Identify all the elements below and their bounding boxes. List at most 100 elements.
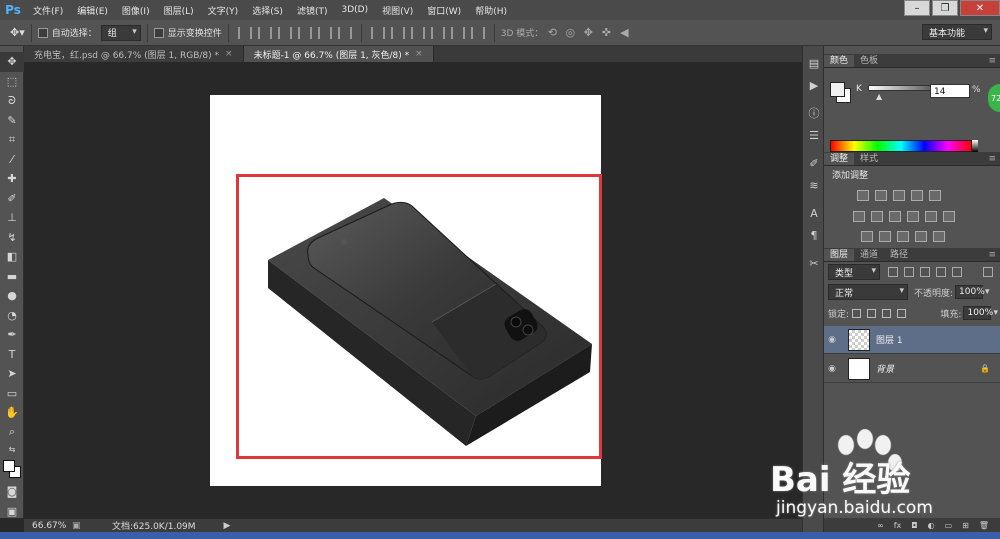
- pen-tool-icon[interactable]: ✒: [0, 325, 24, 345]
- levels-icon[interactable]: [875, 190, 887, 201]
- move-tool-icon[interactable]: ✥▾: [10, 26, 25, 39]
- distribute-right-icon[interactable]: [470, 26, 485, 39]
- fill-input[interactable]: 100%: [963, 306, 993, 320]
- marquee-tool-icon[interactable]: ⬚: [0, 72, 24, 92]
- chevron-down-icon[interactable]: ▾: [993, 308, 998, 318]
- status-info-icon[interactable]: ▣: [72, 521, 82, 531]
- panel-menu-icon[interactable]: ≡: [988, 249, 996, 261]
- stamp-tool-icon[interactable]: ⊥: [0, 208, 24, 228]
- blend-mode-dropdown[interactable]: 正常: [828, 284, 908, 300]
- tab-document-2[interactable]: 未标题-1 @ 66.7% (图层 1, 灰色/8) * ×: [243, 46, 434, 62]
- brightness-icon[interactable]: [857, 190, 869, 201]
- healing-tool-icon[interactable]: ✚: [0, 169, 24, 189]
- lasso-tool-icon[interactable]: ᘐ: [0, 91, 24, 111]
- new-adjustment-icon[interactable]: ◐: [928, 521, 935, 530]
- floating-badge[interactable]: 72: [988, 84, 1000, 112]
- lock-pixels-icon[interactable]: [867, 308, 877, 318]
- restore-button[interactable]: ❐: [932, 0, 958, 16]
- eye-icon[interactable]: ◉: [824, 335, 840, 345]
- gradient-map-icon[interactable]: [915, 231, 927, 242]
- tab-styles[interactable]: 样式: [854, 153, 884, 165]
- drag-3d-icon[interactable]: ✥: [581, 26, 595, 40]
- move-tool-icon[interactable]: ✥: [0, 52, 24, 72]
- opacity-input[interactable]: 100%: [955, 285, 985, 299]
- history-panel-icon[interactable]: ▤: [803, 52, 825, 74]
- filter-adjust-icon[interactable]: [904, 267, 914, 277]
- distribute-bottom-icon[interactable]: [410, 26, 425, 39]
- align-vcenter-icon[interactable]: [257, 26, 272, 39]
- tab-adjustments[interactable]: 调整: [824, 153, 855, 165]
- align-hcenter-icon[interactable]: [317, 26, 332, 39]
- hand-tool-icon[interactable]: ✋: [0, 403, 24, 423]
- history-brush-tool-icon[interactable]: ↯: [0, 228, 24, 248]
- menu-window[interactable]: 窗口(W): [420, 4, 468, 17]
- color-spectrum[interactable]: [830, 140, 972, 152]
- black-white-icon[interactable]: [889, 211, 901, 222]
- brush-tool-icon[interactable]: ✐: [0, 189, 24, 209]
- show-transform-checkbox[interactable]: [153, 27, 164, 38]
- spectrum-bw[interactable]: [972, 140, 978, 152]
- filter-shape-icon[interactable]: [936, 267, 946, 277]
- lock-transparent-icon[interactable]: [852, 308, 862, 318]
- menu-select[interactable]: 选择(S): [245, 4, 290, 17]
- menu-type[interactable]: 文字(Y): [201, 4, 246, 17]
- workspace-dropdown[interactable]: 基本功能: [922, 24, 992, 40]
- status-arrow-icon[interactable]: ▶: [224, 521, 231, 531]
- new-group-icon[interactable]: ▭: [945, 521, 953, 530]
- invert-icon[interactable]: [861, 231, 873, 242]
- roll-3d-icon[interactable]: ◎: [563, 26, 577, 40]
- threshold-icon[interactable]: [897, 231, 909, 242]
- scale-3d-icon[interactable]: ◀: [617, 26, 631, 40]
- auto-select-checkbox[interactable]: [37, 27, 48, 38]
- close-icon[interactable]: ×: [225, 49, 233, 59]
- filter-toggle-icon[interactable]: [983, 267, 993, 277]
- blur-tool-icon[interactable]: ●: [0, 286, 24, 306]
- close-button[interactable]: ✕: [960, 0, 1000, 16]
- vibrance-icon[interactable]: [929, 190, 941, 201]
- filter-pixel-icon[interactable]: [888, 267, 898, 277]
- slider-thumb-icon[interactable]: ▲: [876, 92, 882, 101]
- k-value-input[interactable]: 14: [930, 84, 970, 98]
- layer-row[interactable]: ◉ 图层 1: [824, 326, 1000, 354]
- chevron-down-icon[interactable]: ▾: [985, 287, 990, 297]
- fg-bg-swatch[interactable]: [830, 82, 851, 103]
- color-lookup-icon[interactable]: [943, 211, 955, 222]
- layer-mask-icon[interactable]: ◘: [911, 521, 917, 530]
- type-tool-icon[interactable]: T: [0, 345, 24, 365]
- crop-tool-icon[interactable]: ⌗: [0, 130, 24, 150]
- slide-3d-icon[interactable]: ✜: [599, 26, 613, 40]
- menu-help[interactable]: 帮助(H): [468, 4, 514, 17]
- posterize-icon[interactable]: [879, 231, 891, 242]
- lock-all-icon[interactable]: [897, 308, 907, 318]
- channel-mixer-icon[interactable]: [925, 211, 937, 222]
- curves-icon[interactable]: [893, 190, 905, 201]
- close-icon[interactable]: ×: [415, 49, 423, 59]
- align-top-icon[interactable]: [237, 26, 252, 39]
- layer-style-icon[interactable]: fx: [894, 521, 902, 530]
- color-balance-icon[interactable]: [871, 211, 883, 222]
- new-layer-icon[interactable]: ⊞: [962, 521, 969, 530]
- screen-mode-icon[interactable]: ▣: [0, 502, 24, 522]
- minimize-button[interactable]: –: [904, 0, 930, 16]
- tab-swatches[interactable]: 色板: [854, 55, 884, 67]
- distribute-left-icon[interactable]: [430, 26, 445, 39]
- photo-filter-icon[interactable]: [907, 211, 919, 222]
- delete-layer-icon[interactable]: 🗑: [979, 521, 989, 530]
- info-panel-icon[interactable]: ⓘ: [803, 102, 825, 124]
- menu-edit[interactable]: 编辑(E): [70, 4, 115, 17]
- menu-image[interactable]: 图像(I): [115, 4, 157, 17]
- layer-row[interactable]: ◉ 背景 🔒: [824, 355, 1000, 383]
- fg-bg-color-icon[interactable]: [0, 456, 24, 482]
- exposure-icon[interactable]: [911, 190, 923, 201]
- rotate-3d-icon[interactable]: ⟲: [545, 26, 559, 40]
- eye-icon[interactable]: ◉: [824, 364, 840, 374]
- panel-menu-icon[interactable]: ≡: [988, 153, 996, 165]
- gradient-tool-icon[interactable]: ▬: [0, 267, 24, 287]
- actions-panel-icon[interactable]: ▶: [803, 74, 825, 96]
- menu-view[interactable]: 视图(V): [375, 4, 420, 17]
- auto-select-dropdown[interactable]: 组: [100, 24, 141, 41]
- tab-color[interactable]: 颜色: [824, 55, 855, 67]
- zoom-tool-icon[interactable]: ⌕: [0, 423, 24, 443]
- selective-color-icon[interactable]: [933, 231, 945, 242]
- brush-presets-icon[interactable]: ≋: [803, 174, 825, 196]
